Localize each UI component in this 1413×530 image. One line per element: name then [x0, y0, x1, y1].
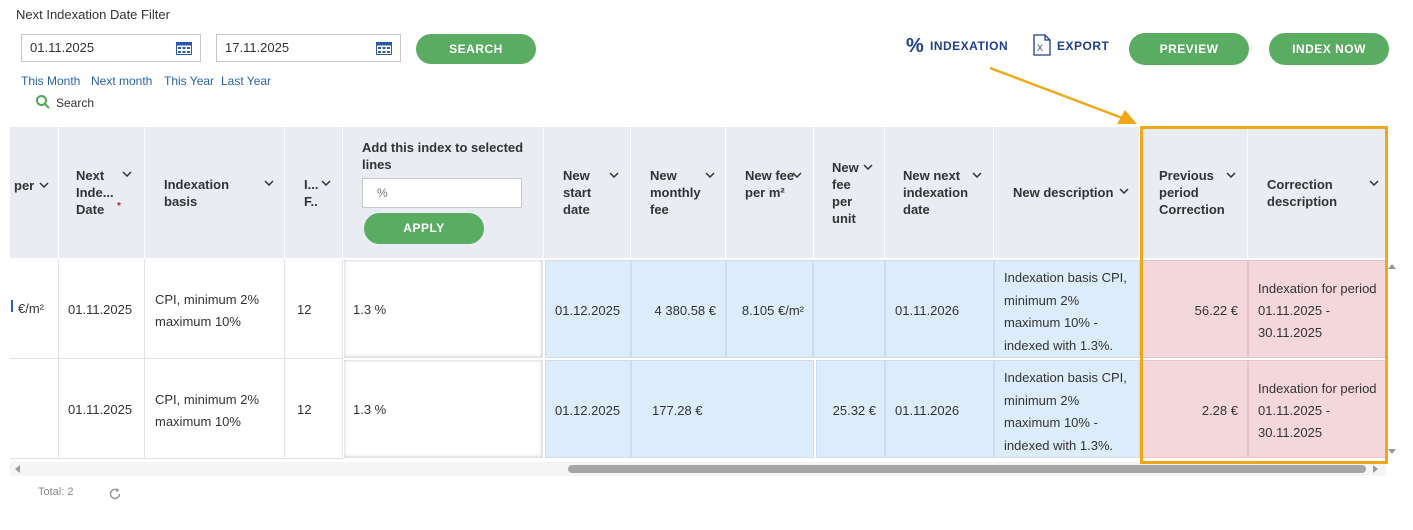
- indexation-button[interactable]: INDEXATION: [930, 39, 1008, 53]
- col-header-new-description[interactable]: New description: [994, 127, 1140, 258]
- annotation-arrow: [989, 66, 1137, 124]
- export-button[interactable]: EXPORT: [1057, 39, 1109, 53]
- required-marker: *: [117, 201, 121, 212]
- horizontal-scrollbar-thumb[interactable]: [568, 465, 1366, 473]
- cell-new-fee-per-m2[interactable]: 8.105 €/m²: [726, 260, 813, 358]
- index-input-cell[interactable]: 1.3 %: [344, 360, 543, 458]
- chevron-down-icon[interactable]: [321, 180, 331, 186]
- chevron-down-icon[interactable]: [1119, 188, 1129, 194]
- cell-next-index-date: 01.11.2025: [59, 359, 145, 459]
- cell-new-start-date[interactable]: 01.12.2025: [545, 260, 631, 358]
- cell-new-description[interactable]: Indexation basis CPI, minimum 2% maximum…: [994, 260, 1140, 358]
- calendar-icon[interactable]: [376, 42, 392, 55]
- cell-i-f: 12: [285, 359, 343, 459]
- cell-new-description[interactable]: Indexation basis CPI, minimum 2% maximum…: [994, 360, 1140, 458]
- calendar-icon[interactable]: [176, 42, 192, 55]
- filter-title: Next Indexation Date Filter: [16, 7, 170, 22]
- indexation-grid: per Next Inde... Date * Indexation basis…: [10, 127, 1386, 462]
- grid-header: per Next Inde... Date * Indexation basis…: [10, 127, 1386, 258]
- cell-new-start-date[interactable]: 01.12.2025: [545, 360, 631, 458]
- table-row[interactable]: €/m² 01.11.2025 CPI, minimum 2% maximum …: [10, 259, 1386, 359]
- excel-export-icon[interactable]: X: [1033, 34, 1051, 56]
- scroll-up-arrow-icon[interactable]: [1387, 262, 1397, 270]
- quick-link-this-year[interactable]: This Year: [164, 74, 214, 88]
- scroll-right-arrow-icon[interactable]: [1372, 465, 1380, 473]
- date-to-input[interactable]: 17.11.2025: [216, 34, 401, 62]
- cell-per: €/m²: [10, 259, 59, 359]
- col-header-indexation-basis[interactable]: Indexation basis: [145, 127, 285, 258]
- cell-new-next-indexation-date[interactable]: 01.11.2026: [885, 260, 994, 358]
- total-count: Total: 2: [38, 486, 74, 498]
- cell-indexation-basis: CPI, minimum 2% maximum 10%: [145, 259, 285, 359]
- refresh-icon[interactable]: [108, 487, 122, 501]
- chevron-down-icon[interactable]: [792, 172, 802, 178]
- quick-link-this-month[interactable]: This Month: [21, 74, 80, 88]
- chevron-down-icon[interactable]: [972, 172, 982, 178]
- scroll-down-arrow-icon[interactable]: [1387, 448, 1397, 456]
- quick-link-next-month[interactable]: Next month: [91, 74, 152, 88]
- cell-indexation-basis: CPI, minimum 2% maximum 10%: [145, 359, 285, 459]
- cell-new-monthly-fee[interactable]: 4 380.58 €: [631, 260, 726, 358]
- date-to-value: 17.11.2025: [225, 40, 290, 55]
- col-header-new-start-date[interactable]: New start date: [544, 127, 631, 258]
- search-link[interactable]: Search: [56, 96, 94, 110]
- bulk-index-input[interactable]: [362, 178, 522, 208]
- cell-previous-period-correction[interactable]: 2.28 €: [1140, 360, 1248, 458]
- date-from-value: 01.11.2025: [30, 40, 95, 55]
- search-button[interactable]: SEARCH: [416, 34, 536, 64]
- preview-button[interactable]: PREVIEW: [1129, 33, 1249, 65]
- col-header-new-monthly-fee[interactable]: New monthly fee: [631, 127, 726, 258]
- cell-new-next-indexation-date[interactable]: 01.11.2026: [885, 360, 994, 458]
- col-header-new-next-indexation-date[interactable]: New next indexation date: [885, 127, 994, 258]
- col-header-bulk-index: Add this index to selected lines APPLY: [343, 127, 544, 258]
- cell-new-fee-per-unit[interactable]: [813, 260, 885, 358]
- cell-i-f: 12: [285, 259, 343, 359]
- chevron-down-icon[interactable]: [122, 171, 132, 177]
- col-header-new-fee-per-m2[interactable]: New fee per m²: [726, 127, 814, 258]
- date-from-input[interactable]: 01.11.2025: [21, 34, 201, 62]
- index-now-button[interactable]: INDEX NOW: [1269, 33, 1389, 65]
- percent-icon[interactable]: %: [906, 36, 924, 56]
- col-header-correction-description[interactable]: Correction description: [1248, 127, 1386, 258]
- col-header-previous-period-correction[interactable]: Previous period Correction: [1140, 127, 1248, 258]
- cell-correction-description[interactable]: Indexation for period 01.11.2025 - 30.11…: [1248, 260, 1386, 358]
- svg-text:X: X: [1037, 43, 1043, 53]
- col-header-per[interactable]: per: [10, 127, 59, 258]
- chevron-down-icon[interactable]: [863, 164, 873, 170]
- col-header-new-fee-per-unit[interactable]: New fee per unit: [814, 127, 885, 258]
- chevron-down-icon[interactable]: [1369, 180, 1379, 186]
- cell-next-index-date: 01.11.2025: [59, 259, 145, 359]
- chevron-down-icon[interactable]: [705, 172, 715, 178]
- col-header-next-index-date[interactable]: Next Inde... Date *: [59, 127, 145, 258]
- cell-per: [10, 359, 59, 459]
- table-row[interactable]: 01.11.2025 CPI, minimum 2% maximum 10% 1…: [10, 359, 1386, 459]
- cell-new-monthly-fee[interactable]: 177.28 €: [631, 360, 814, 458]
- scroll-left-arrow-icon[interactable]: [13, 465, 21, 473]
- chevron-down-icon[interactable]: [609, 172, 619, 178]
- chevron-down-icon[interactable]: [39, 182, 49, 188]
- quick-link-last-year[interactable]: Last Year: [221, 74, 271, 88]
- chevron-down-icon[interactable]: [1226, 172, 1236, 178]
- col-header-i-f[interactable]: I... F..: [285, 127, 343, 258]
- row-marker: [11, 300, 13, 312]
- cell-correction-description[interactable]: Indexation for period 01.11.2025 - 30.11…: [1248, 360, 1386, 458]
- cell-new-fee-per-unit[interactable]: 25.32 €: [816, 360, 885, 458]
- index-input-cell[interactable]: 1.3 %: [344, 260, 543, 358]
- chevron-down-icon[interactable]: [264, 180, 274, 186]
- apply-button[interactable]: APPLY: [364, 213, 484, 244]
- search-icon[interactable]: [35, 94, 51, 110]
- cell-previous-period-correction[interactable]: 56.22 €: [1140, 260, 1248, 358]
